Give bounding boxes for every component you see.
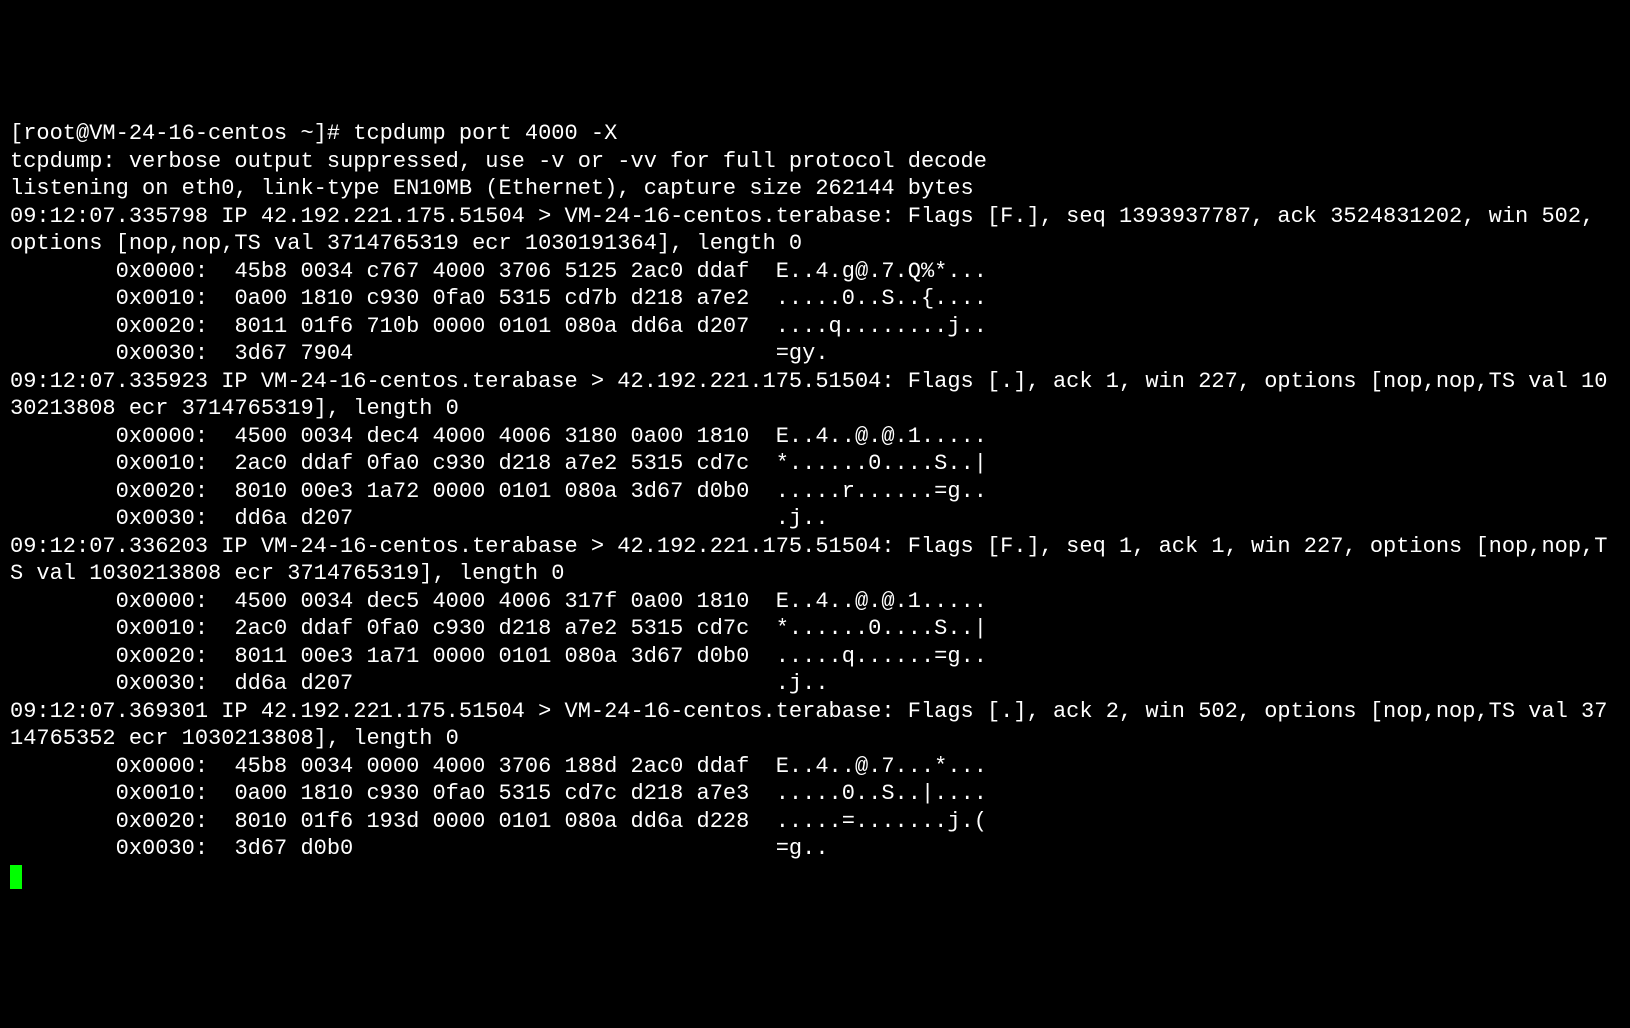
hex-line: 0x0020: 8011 01f6 710b 0000 0101 080a dd… bbox=[10, 314, 987, 339]
hex-line: 0x0030: 3d67 7904 =gy. bbox=[10, 341, 829, 366]
command-text: tcpdump port 4000 -X bbox=[353, 121, 617, 146]
hex-line: 0x0010: 2ac0 ddaf 0fa0 c930 d218 a7e2 53… bbox=[10, 451, 987, 476]
hex-line: 0x0000: 4500 0034 dec5 4000 4006 317f 0a… bbox=[10, 589, 987, 614]
packet-summary: 09:12:07.335923 IP VM-24-16-centos.terab… bbox=[10, 369, 1607, 422]
hex-line: 0x0000: 45b8 0034 c767 4000 3706 5125 2a… bbox=[10, 259, 987, 284]
shell-prompt: [root@VM-24-16-centos ~]# bbox=[10, 121, 353, 146]
hex-line: 0x0010: 0a00 1810 c930 0fa0 5315 cd7b d2… bbox=[10, 286, 987, 311]
packet-summary: 09:12:07.336203 IP VM-24-16-centos.terab… bbox=[10, 534, 1607, 587]
hex-line: 0x0030: dd6a d207 .j.. bbox=[10, 671, 829, 696]
hex-line: 0x0020: 8010 00e3 1a72 0000 0101 080a 3d… bbox=[10, 479, 987, 504]
hex-line: 0x0030: 3d67 d0b0 =g.. bbox=[10, 836, 829, 861]
hex-line: 0x0020: 8010 01f6 193d 0000 0101 080a dd… bbox=[10, 809, 987, 834]
packet-summary: 09:12:07.335798 IP 42.192.221.175.51504 … bbox=[10, 204, 1607, 257]
hex-line: 0x0020: 8011 00e3 1a71 0000 0101 080a 3d… bbox=[10, 644, 987, 669]
terminal-output[interactable]: [root@VM-24-16-centos ~]# tcpdump port 4… bbox=[10, 120, 1620, 890]
cursor-icon bbox=[10, 865, 22, 889]
hex-line: 0x0010: 0a00 1810 c930 0fa0 5315 cd7c d2… bbox=[10, 781, 987, 806]
packet-summary: 09:12:07.369301 IP 42.192.221.175.51504 … bbox=[10, 699, 1607, 752]
hex-line: 0x0030: dd6a d207 .j.. bbox=[10, 506, 829, 531]
tcpdump-header-1: tcpdump: verbose output suppressed, use … bbox=[10, 149, 987, 174]
hex-line: 0x0010: 2ac0 ddaf 0fa0 c930 d218 a7e2 53… bbox=[10, 616, 987, 641]
tcpdump-header-2: listening on eth0, link-type EN10MB (Eth… bbox=[10, 176, 974, 201]
prompt-line: [root@VM-24-16-centos ~]# tcpdump port 4… bbox=[10, 121, 617, 146]
hex-line: 0x0000: 45b8 0034 0000 4000 3706 188d 2a… bbox=[10, 754, 987, 779]
hex-line: 0x0000: 4500 0034 dec4 4000 4006 3180 0a… bbox=[10, 424, 987, 449]
